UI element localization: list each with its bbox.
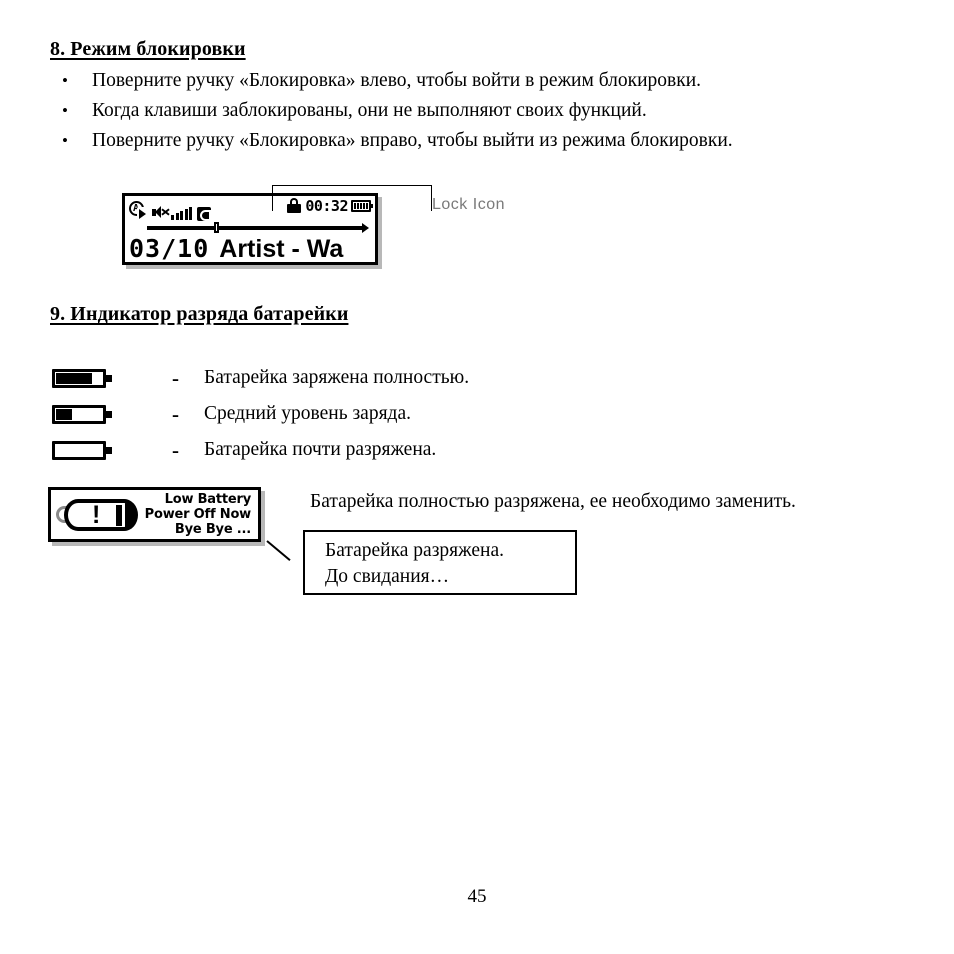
translation-line-2: До свидания… (325, 566, 450, 587)
low-battery-line-2: Power Off Now (144, 507, 252, 522)
translation-callout-box: Батарейка разряжена. До свидания… (303, 530, 577, 595)
legend-text: Средний уровень заряда. (204, 403, 411, 424)
legend-dash: - (172, 401, 179, 426)
lcd-track-line: 03/10 Artist - Wa (125, 232, 375, 265)
eq-mode-badge-icon (197, 206, 211, 221)
repeat-a-icon: A (129, 200, 150, 221)
signal-bars-icon (171, 206, 192, 221)
callout-connector-line (266, 528, 294, 562)
exclamation-mark: ! (92, 500, 101, 529)
lock-mode-bullet-list: • Поверните ручку «Блокировка» влево, чт… (50, 66, 900, 156)
legend-dash: - (172, 365, 179, 390)
low-battery-description: Батарейка полностью разряжена, ее необхо… (310, 491, 796, 512)
battery-legend-list: - Батарейка заряжена полностью. - Средни… (52, 360, 752, 468)
battery-warning-icon: ! (56, 497, 142, 533)
progress-handle (213, 222, 219, 233)
legend-text: Батарейка почти разряжена. (204, 439, 437, 460)
lcd-left-icons: A (129, 200, 211, 221)
play-arrow-icon (139, 208, 146, 219)
list-item: • Поверните ручку «Блокировка» вправо, ч… (50, 126, 900, 156)
legend-text: Батарейка заряжена полностью. (204, 367, 470, 388)
low-battery-lcd-screenshot: ! Low Battery Power Off Now Bye Bye ... (48, 487, 261, 542)
battery-half-icon (52, 404, 160, 424)
bullet-marker-icon: • (62, 71, 68, 90)
lock-icon-callout-line (272, 185, 432, 211)
translation-line-1: Батарейка разряжена. (325, 540, 504, 561)
lcd-track-number: 03/10 (129, 234, 210, 263)
list-item-text: Когда клавиши заблокированы, они не выпо… (92, 100, 647, 121)
list-item-text: Поверните ручку «Блокировка» вправо, что… (92, 130, 733, 151)
legend-dash: - (172, 437, 179, 462)
speaker-mute-icon (152, 204, 170, 221)
list-item: - Батарейка заряжена полностью. (52, 360, 752, 396)
list-item: • Когда клавиши заблокированы, они не вы… (50, 96, 900, 126)
lcd-track-title: Artist - Wa (219, 235, 344, 263)
document-page: 8. Режим блокировки • Поверните ручку «Б… (0, 0, 954, 954)
battery-full-icon (52, 368, 160, 388)
low-battery-line-1: Low Battery (164, 492, 252, 507)
section-heading-battery-indicator: 9. Индикатор разряда батарейки (50, 303, 349, 325)
section-heading-lock-mode: 8. Режим блокировки (50, 38, 246, 60)
list-item: - Батарейка почти разряжена. (52, 432, 752, 468)
list-item: - Средний уровень заряда. (52, 396, 752, 432)
low-battery-line-3: Bye Bye ... (174, 522, 251, 537)
list-item-text: Поверните ручку «Блокировка» влево, чтоб… (92, 70, 702, 91)
bullet-marker-icon: • (62, 101, 68, 120)
bullet-marker-icon: • (62, 131, 68, 150)
low-battery-message: Low Battery Power Off Now Bye Bye ... (142, 492, 253, 537)
lock-icon-callout-label: Lock Icon (432, 196, 505, 213)
battery-empty-icon (52, 440, 160, 460)
lcd-progress-bar (147, 222, 369, 233)
list-item: • Поверните ручку «Блокировка» влево, чт… (50, 66, 900, 96)
page-number: 45 (467, 886, 487, 907)
progress-arrow-icon (362, 223, 369, 233)
